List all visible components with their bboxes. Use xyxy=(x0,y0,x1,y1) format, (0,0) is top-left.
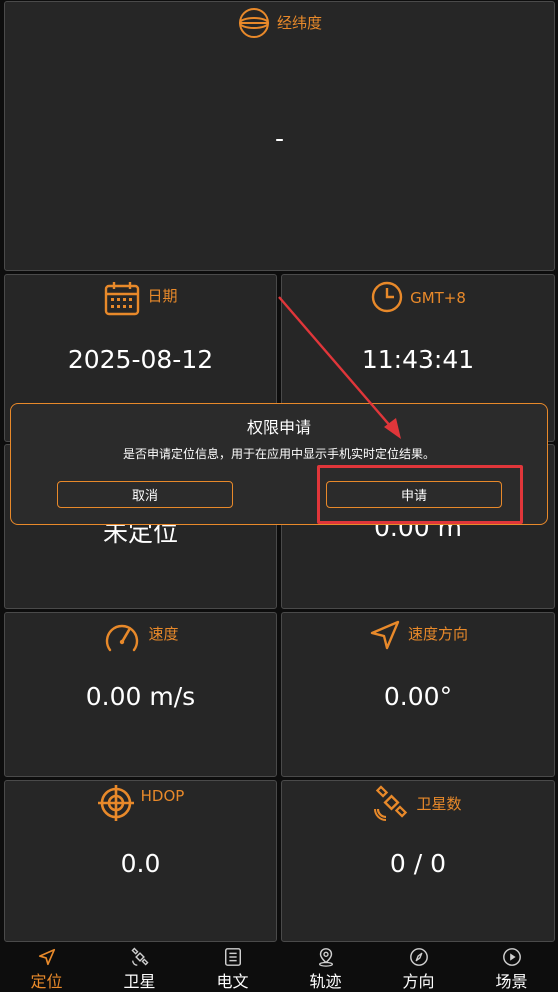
latlng-value: - xyxy=(274,124,285,153)
satellites-label: 卫星数 xyxy=(416,795,462,813)
satellites-card: 卫星数 0 / 0 xyxy=(281,780,555,942)
nav-label: 电文 xyxy=(216,972,249,991)
nav-item-satellite[interactable]: 卫星 xyxy=(93,944,186,992)
speedometer-icon xyxy=(106,624,139,652)
crosshair-icon xyxy=(97,785,134,821)
hdop-header: HDOP xyxy=(5,781,276,822)
nav-item-direction[interactable]: 方向 xyxy=(372,944,465,992)
time-header: GMT+8 xyxy=(282,275,554,314)
nav-item-message[interactable]: 电文 xyxy=(186,944,279,992)
location-arrow-icon xyxy=(38,948,55,966)
annotation-highlight-box xyxy=(317,465,523,524)
nav-label: 场景 xyxy=(495,972,528,991)
speed-card: 速度 0.00 m/s xyxy=(4,612,277,777)
satellite-icon xyxy=(374,785,408,821)
hdop-value: 0.0 xyxy=(120,849,161,878)
compass-icon xyxy=(409,948,428,966)
satellite-icon xyxy=(130,947,149,966)
bottom-nav: 定位 卫星 电文 轨迹 方向 场景 xyxy=(0,944,558,992)
satellites-header: 卫星数 xyxy=(282,781,554,821)
speed-value: 0.00 m/s xyxy=(85,682,196,711)
latlng-header: 经纬度 xyxy=(5,2,554,40)
speed-label: 速度 xyxy=(148,625,179,643)
dialog-message: 是否申请定位信息，用于在应用中显示手机实时定位结果。 xyxy=(122,447,435,461)
calendar-icon xyxy=(105,282,140,316)
navigation-arrow-icon xyxy=(370,620,400,650)
hdop-label: HDOP xyxy=(140,787,185,805)
cancel-button[interactable]: 取消 xyxy=(57,481,233,508)
heading-card: 速度方向 0.00° xyxy=(281,612,555,777)
play-circle-icon xyxy=(502,948,521,966)
latlng-label: 经纬度 xyxy=(276,14,322,32)
nav-label: 方向 xyxy=(402,972,435,991)
nav-label: 卫星 xyxy=(123,972,156,991)
heading-header: 速度方向 xyxy=(282,613,554,652)
globe-icon xyxy=(238,8,269,38)
heading-label: 速度方向 xyxy=(407,625,468,643)
hdop-card: HDOP 0.0 xyxy=(4,780,277,942)
satellites-value: 0 / 0 xyxy=(389,849,447,878)
nav-item-track[interactable]: 轨迹 xyxy=(279,944,372,992)
nav-label: 轨迹 xyxy=(309,972,342,991)
heading-value: 0.00° xyxy=(383,682,453,711)
speed-header: 速度 xyxy=(5,613,276,657)
clock-icon xyxy=(371,281,403,313)
map-pin-icon xyxy=(318,948,333,967)
nav-item-location[interactable]: 定位 xyxy=(0,944,93,992)
date-header: 日期 xyxy=(5,275,276,317)
time-label: GMT+8 xyxy=(410,289,466,307)
document-list-icon xyxy=(224,948,241,966)
date-label: 日期 xyxy=(147,287,178,305)
time-value: 11:43:41 xyxy=(361,345,475,374)
date-value: 2025-08-12 xyxy=(67,345,214,374)
nav-item-scene[interactable]: 场景 xyxy=(465,944,558,992)
nav-label: 定位 xyxy=(30,972,63,991)
dialog-title: 权限申请 xyxy=(246,418,311,437)
latlng-card: 经纬度 - xyxy=(4,1,555,271)
